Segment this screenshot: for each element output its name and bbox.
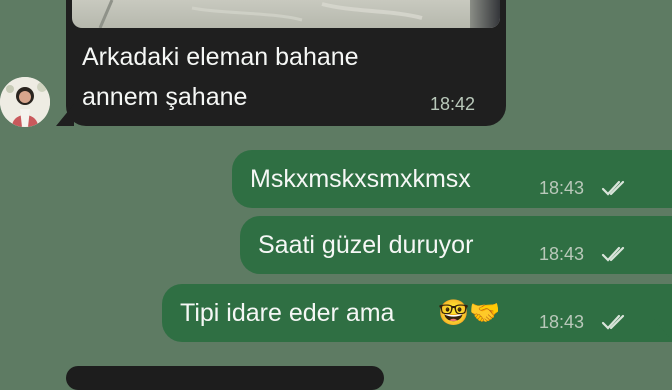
message-time: 18:43 [539, 178, 585, 198]
incoming-bubble-tail [56, 104, 74, 126]
photo-texture [98, 0, 423, 28]
incoming-message-bubble[interactable]: Arkadaki eleman bahane annem şahane 18:4… [66, 28, 506, 126]
message-time: 18:43 [539, 312, 585, 332]
message-text-line-2: annem şahane [82, 83, 248, 111]
read-receipt-icon [601, 246, 625, 262]
message-text: Saati güzel duruyor [258, 231, 474, 259]
read-receipt-icon [601, 314, 625, 330]
avatar-image [0, 77, 50, 127]
message-time: 18:42 [430, 94, 476, 114]
message-time: 18:43 [539, 244, 585, 264]
sender-avatar[interactable] [0, 77, 50, 127]
outgoing-message-bubble[interactable]: Tipi idare eder ama 🤓🤝 18:43 [162, 284, 672, 342]
outgoing-message-bubble[interactable]: Mskxmskxsmxkmsx 18:43 [232, 150, 672, 208]
message-text-line-1: Arkadaki eleman bahane [82, 43, 359, 71]
shared-photo[interactable] [72, 0, 500, 28]
cropped-incoming-message-bubble[interactable] [66, 366, 384, 390]
message-text: Tipi idare eder ama [180, 299, 395, 327]
emoji-nerd-handshake: 🤓🤝 [438, 298, 501, 327]
message-text: Mskxmskxsmxkmsx [250, 165, 471, 193]
outgoing-message-bubble[interactable]: Saati güzel duruyor 18:43 [240, 216, 672, 274]
read-receipt-icon [601, 180, 625, 196]
